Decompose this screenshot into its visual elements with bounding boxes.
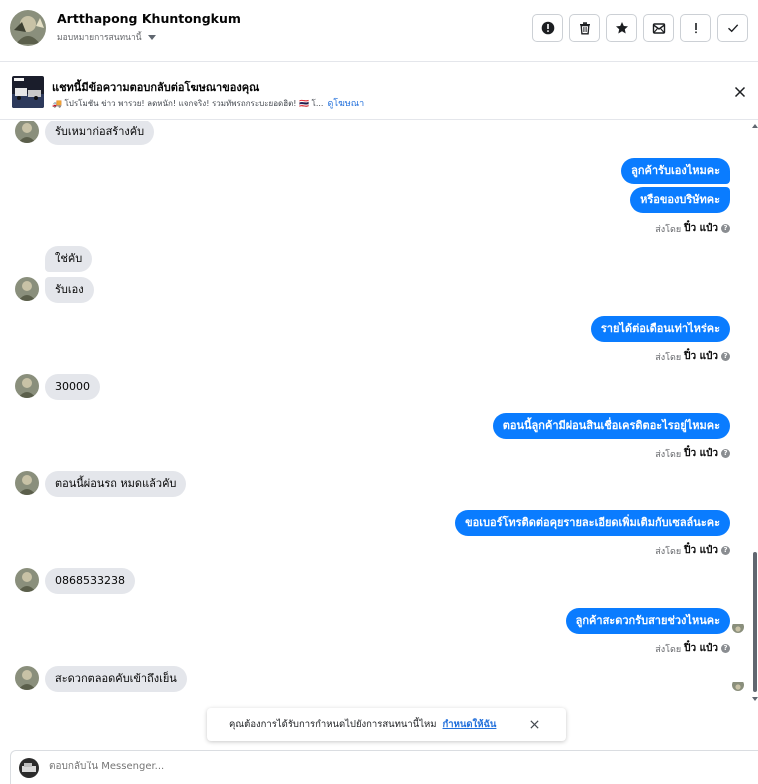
exclamation-icon: [694, 23, 697, 34]
scroll-down-arrow-icon[interactable]: [752, 697, 758, 701]
contact-avatar-small[interactable]: [15, 471, 39, 495]
view-ad-link[interactable]: ดูโฆษณา: [327, 96, 364, 110]
close-icon[interactable]: [733, 85, 747, 99]
sent-by-label: ส่งโดย ปิ๋ว แป๋ว ?: [655, 349, 730, 364]
help-icon[interactable]: ?: [721, 546, 730, 555]
mark-unread-icon: [652, 23, 665, 34]
chevron-down-icon: [147, 34, 156, 40]
ad-reply-banner: แชทนี้มีข้อความตอบกลับต่อโฆษณาของคุณ 🚚 โ…: [0, 62, 758, 120]
mark-done-button[interactable]: [717, 14, 748, 42]
ad-description-text: 🚚 โปรโมชัน ข่าว พารวย! ลดหนัก! แจกจริง! …: [52, 98, 324, 108]
incoming-message[interactable]: 0868533238: [45, 568, 135, 594]
seen-avatar: [732, 679, 744, 691]
help-icon[interactable]: ?: [721, 352, 730, 361]
outgoing-message[interactable]: รายได้ต่อเดือนเท่าไหร่คะ: [590, 316, 730, 342]
assign-prompt-toast: คุณต้องการได้รับการกำหนดไปยังการสนทนานี้…: [207, 708, 566, 741]
page-avatar: [19, 758, 39, 778]
reply-input[interactable]: [49, 761, 729, 772]
sender-name: ปิ๋ว แป๋ว: [684, 351, 718, 362]
outgoing-message[interactable]: ลูกค้าสะดวกรับสายช่วงไหนคะ: [565, 608, 730, 634]
outgoing-message[interactable]: ลูกค้ารับเองไหมคะ: [621, 158, 730, 184]
help-icon[interactable]: ?: [721, 449, 730, 458]
ad-banner-description: 🚚 โปรโมชัน ข่าว พารวย! ลดหนัก! แจกจริง! …: [52, 96, 364, 110]
help-icon[interactable]: ?: [721, 644, 730, 653]
reply-composer: [10, 750, 758, 784]
sent-by-prefix: ส่งโดย: [655, 546, 682, 557]
star-button[interactable]: [606, 14, 637, 42]
sender-name: ปิ๋ว แป๋ว: [684, 223, 718, 234]
incoming-message[interactable]: ตอนนี้ผ่อนรถ หมดแล้วคับ: [45, 471, 187, 497]
alert-circle-icon: [541, 21, 554, 35]
star-icon: [615, 22, 628, 34]
sent-by-prefix: ส่งโดย: [655, 224, 682, 235]
contact-name[interactable]: Artthapong Khuntongkum: [57, 11, 241, 26]
contact-avatar-small[interactable]: [15, 666, 39, 690]
incoming-message[interactable]: รับเอง: [45, 277, 94, 303]
incoming-message[interactable]: รับเหมาก่อสร้างคับ: [45, 121, 155, 145]
sent-by-prefix: ส่งโดย: [655, 644, 682, 655]
outgoing-message[interactable]: หรือของบริษัทคะ: [630, 187, 730, 213]
sent-by-label: ส่งโดย ปิ๋ว แป๋ว ?: [655, 221, 730, 236]
scrollbar-thumb[interactable]: [753, 552, 757, 692]
incoming-message[interactable]: 30000: [45, 374, 100, 400]
sent-by-prefix: ส่งโดย: [655, 352, 682, 363]
assign-prompt-text: คุณต้องการได้รับการกำหนดไปยังการสนทนานี้…: [229, 719, 437, 730]
header-actions: [532, 14, 748, 42]
sent-by-label: ส่งโดย ปิ๋ว แป๋ว ?: [655, 446, 730, 461]
sent-by-label: ส่งโดย ปิ๋ว แป๋ว ?: [655, 641, 730, 656]
scroll-up-arrow-icon[interactable]: [752, 124, 758, 128]
alert-button[interactable]: [532, 14, 563, 42]
trash-icon: [579, 22, 590, 35]
sender-name: ปิ๋ว แป๋ว: [684, 448, 718, 459]
contact-avatar-small[interactable]: [15, 121, 39, 143]
delete-button[interactable]: [569, 14, 600, 42]
contact-avatar-small[interactable]: [15, 568, 39, 592]
assign-to-me-link[interactable]: กำหนดให้ฉัน: [443, 717, 497, 732]
ad-thumbnail: [12, 76, 44, 108]
contact-avatar[interactable]: [10, 10, 46, 46]
conversation-header: Artthapong Khuntongkum มอบหมายการสนทนานี…: [0, 0, 758, 62]
mark-unread-button[interactable]: [643, 14, 674, 42]
ad-banner-title: แชทนี้มีข้อความตอบกลับต่อโฆษณาของคุณ: [52, 81, 260, 94]
assign-dropdown[interactable]: มอบหมายการสนทนานี้: [57, 30, 156, 44]
incoming-message[interactable]: ใช่คับ: [45, 246, 93, 272]
sent-by-label: ส่งโดย ปิ๋ว แป๋ว ?: [655, 543, 730, 558]
outgoing-message[interactable]: ขอเบอร์โทรติดต่อคุยรายละเอียดเพิ่มเติมกั…: [455, 510, 730, 536]
contact-avatar-small[interactable]: [15, 277, 39, 301]
message-thread: รับเหมาก่อสร้างคับ ลูกค้ารับเองไหมคะ หรื…: [0, 121, 752, 740]
outgoing-message[interactable]: ตอนนี้ลูกค้ามีผ่อนสินเชื่อเครดิตอะไรอยู่…: [492, 413, 730, 439]
seen-avatar: [732, 621, 744, 633]
contact-avatar-small[interactable]: [15, 374, 39, 398]
sender-name: ปิ๋ว แป๋ว: [684, 545, 718, 556]
incoming-message[interactable]: สะดวกตลอดคับเข้าถึงเย็น: [45, 666, 187, 692]
sent-by-prefix: ส่งโดย: [655, 449, 682, 460]
help-icon[interactable]: ?: [721, 224, 730, 233]
checkmark-icon: [727, 24, 738, 33]
close-icon[interactable]: [529, 719, 540, 730]
sender-name: ปิ๋ว แป๋ว: [684, 643, 718, 654]
follow-up-button[interactable]: [680, 14, 711, 42]
assign-label: มอบหมายการสนทนานี้: [57, 33, 142, 43]
